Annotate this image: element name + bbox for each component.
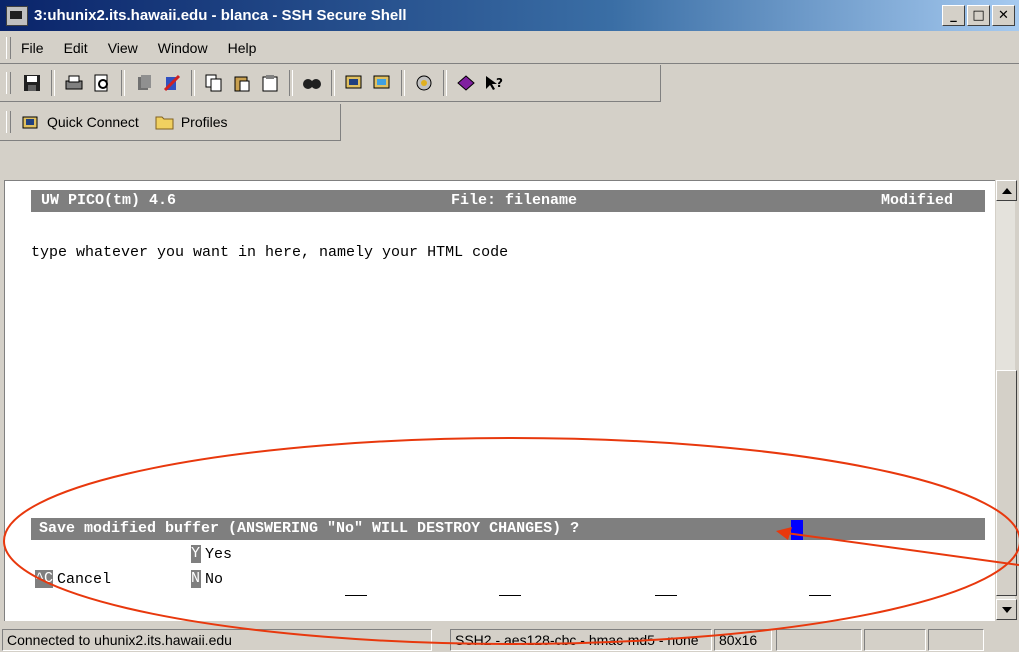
folder-icon [155, 116, 174, 130]
window-title: 3:uhunix2.its.hawaii.edu - blanca - SSH … [34, 7, 407, 24]
new-file-transfer-icon[interactable] [371, 72, 393, 94]
status-bar: Connected to uhunix2.its.hawaii.edu SSH2… [0, 628, 1019, 652]
option-key: ^C [35, 570, 54, 588]
svg-text:?: ? [496, 76, 503, 90]
window-controls: _ □ ✕ [942, 5, 1015, 26]
terminal[interactable]: UW PICO(tm) 4.6 File: filename Modified … [4, 180, 995, 621]
toolbar-separator [331, 70, 335, 96]
option-label: Cancel [57, 570, 112, 588]
arrow-down-icon [1001, 606, 1012, 613]
toolbar-separator [191, 70, 195, 96]
toolbar-separator [121, 70, 125, 96]
scroll-thumb[interactable] [996, 370, 1017, 596]
minimize-button[interactable]: _ [942, 5, 965, 26]
scroll-down-button[interactable] [996, 599, 1017, 620]
pico-filename: File: filename [451, 192, 578, 209]
status-empty-cell [776, 629, 862, 651]
menu-file[interactable]: File [21, 40, 44, 56]
empty-option-slot [499, 595, 521, 596]
menu-help[interactable]: Help [228, 40, 257, 56]
pico-header: UW PICO(tm) 4.6 File: filename Modified [31, 190, 985, 212]
option-key: Y [191, 545, 201, 563]
empty-option-slot [345, 595, 367, 596]
arrow-up-icon [1001, 187, 1012, 194]
menu-window[interactable]: Window [158, 40, 208, 56]
option-yes[interactable]: Y Yes [191, 545, 232, 563]
vertical-scrollbar[interactable] [996, 180, 1017, 620]
help-book-icon[interactable] [455, 72, 477, 94]
empty-option-slot [655, 595, 677, 596]
quick-connect-label: Quick Connect [47, 114, 139, 130]
option-key: N [191, 570, 201, 588]
quick-connect-icon [22, 116, 38, 129]
new-terminal-icon[interactable] [343, 72, 365, 94]
paste-icon[interactable] [231, 72, 253, 94]
menu-view[interactable]: View [108, 40, 138, 56]
empty-option-slot [809, 595, 831, 596]
menu-grip[interactable] [6, 37, 11, 59]
status-empty-cell [864, 629, 926, 651]
key-icon[interactable] [133, 72, 155, 94]
save-prompt-bar: Save modified buffer (ANSWERING "No" WIL… [31, 518, 985, 540]
find-icon[interactable] [301, 72, 323, 94]
option-cancel[interactable]: ^C Cancel [35, 570, 111, 588]
save-prompt-text: Save modified buffer (ANSWERING "No" WIL… [39, 520, 580, 537]
title-bar: 3:uhunix2.its.hawaii.edu - blanca - SSH … [0, 0, 1019, 31]
status-empty-cell [928, 629, 984, 651]
scroll-up-button[interactable] [996, 180, 1017, 201]
pico-state: Modified [881, 192, 954, 209]
toolbar: ? [0, 65, 661, 102]
option-label: No [205, 570, 224, 588]
option-label: Yes [205, 545, 233, 563]
paste-alt-icon[interactable] [259, 72, 281, 94]
profiles-button[interactable]: Profiles [155, 114, 228, 130]
save-icon[interactable] [21, 72, 43, 94]
settings-icon[interactable] [161, 72, 183, 94]
connection-status: Connected to uhunix2.its.hawaii.edu [2, 629, 432, 651]
quick-connect-grip[interactable] [6, 111, 11, 133]
menu-bar: File Edit View Window Help [0, 33, 1019, 64]
pico-version: UW PICO(tm) 4.6 [41, 192, 177, 209]
cipher-status: SSH2 - aes128-cbc - hmac-md5 - none [450, 629, 712, 651]
profiles-label: Profiles [180, 114, 228, 130]
context-help-icon[interactable]: ? [483, 72, 505, 94]
terminal-size: 80x16 [714, 629, 772, 651]
text-cursor [791, 520, 803, 540]
print-preview-icon[interactable] [91, 72, 113, 94]
quick-connect-bar: Quick Connect Profiles [0, 104, 341, 141]
editor-text[interactable]: type whatever you want in here, namely y… [31, 244, 508, 261]
menu-edit[interactable]: Edit [64, 40, 88, 56]
toolbar-separator [401, 70, 405, 96]
toolbar-separator [443, 70, 447, 96]
quick-connect-button[interactable]: Quick Connect [21, 113, 155, 131]
toolbar-separator [51, 70, 55, 96]
print-icon[interactable] [63, 72, 85, 94]
option-no[interactable]: N No [191, 570, 223, 588]
app-icon[interactable] [6, 5, 28, 26]
maximize-button[interactable]: □ [967, 5, 990, 26]
close-button[interactable]: ✕ [992, 5, 1015, 26]
copy-icon[interactable] [203, 72, 225, 94]
toolbar-grip[interactable] [6, 72, 11, 94]
sftp-settings-icon[interactable] [413, 72, 435, 94]
toolbar-separator [289, 70, 293, 96]
